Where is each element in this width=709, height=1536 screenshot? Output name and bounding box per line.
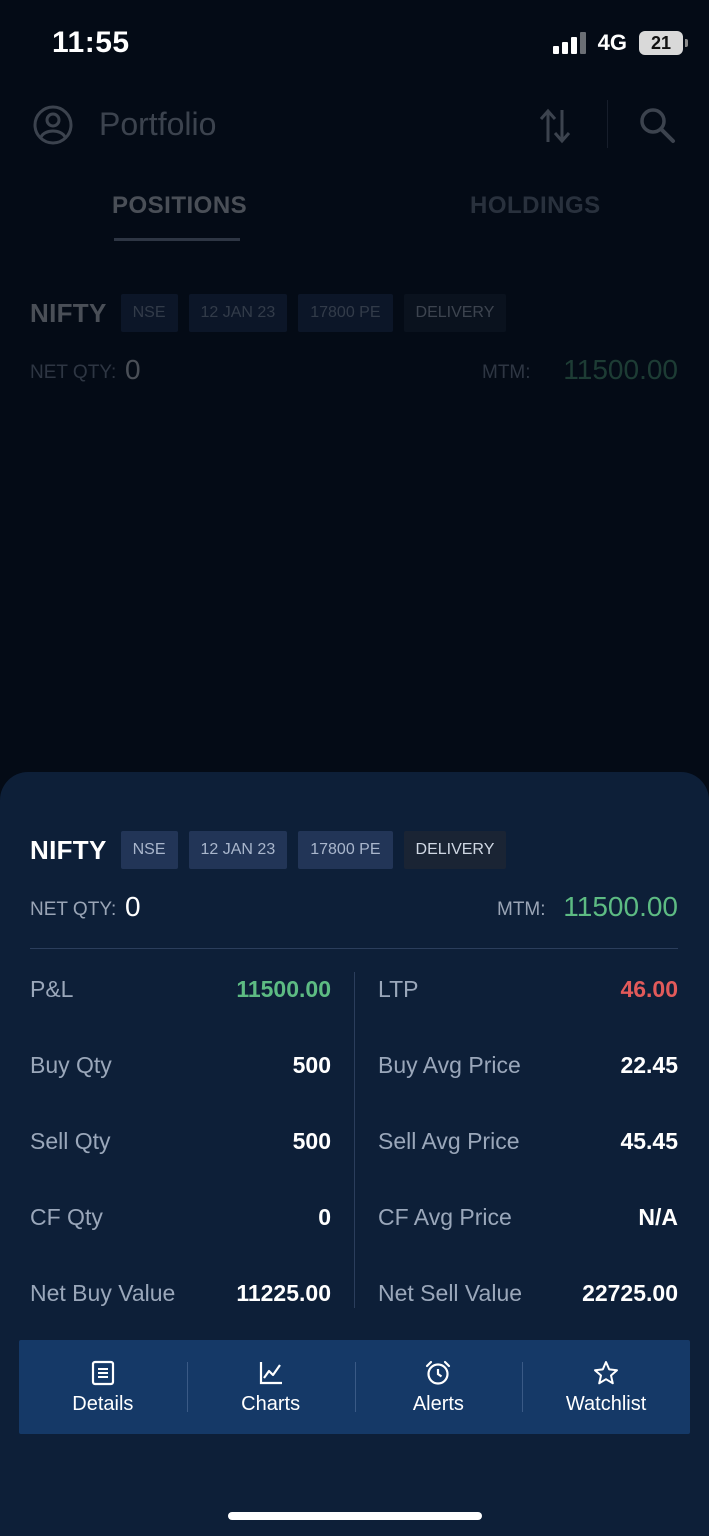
detail-row-buy-avg-price: Buy Avg Price 22.45 [378,1046,678,1122]
mtm-label: MTM: [482,362,531,383]
details-column-left: P&L 11500.00 Buy Qty 500 Sell Qty 500 CF… [30,970,331,1350]
watchlist-label: Watchlist [565,1392,647,1415]
position-detail-sheet: NIFTY NSE 12 JAN 23 17800 PE DELIVERY NE… [0,772,709,1536]
details-label: Details [72,1392,134,1415]
header-divider [607,100,608,148]
detail-value: 500 [292,1052,331,1078]
status-indicators: 4G 21 [552,30,688,56]
qty-mtm-row: NET QTY: 0 MTM: 11500.00 [30,891,678,931]
search-icon[interactable] [638,106,676,144]
mtm-label: MTM: [497,899,546,920]
user-profile-icon[interactable] [32,104,74,146]
strike-chip: 17800 PE [298,294,393,332]
battery-level: 21 [650,32,672,53]
detail-row-net-buy-value: Net Buy Value 11225.00 [30,1274,331,1350]
exchange-chip: NSE [120,294,178,332]
page-title: Portfolio [99,106,217,142]
background-page: Portfolio POSITIONS HOLDINGS NIFTY NSE 1… [0,88,709,788]
detail-row-cf-avg-price: CF Avg Price N/A [378,1198,678,1274]
status-time: 11:55 [52,26,130,59]
charts-button[interactable]: Charts [186,1340,355,1434]
detail-row-sell-qty: Sell Qty 500 [30,1122,331,1198]
net-qty-value: 0 [125,891,141,922]
instrument-row: NIFTY NSE 12 JAN 23 17800 PE DELIVERY [30,831,678,869]
watchlist-button[interactable]: Watchlist [522,1340,690,1434]
position-card[interactable]: NIFTY NSE 12 JAN 23 17800 PE DELIVERY NE… [30,294,678,394]
alarm-clock-icon [426,1360,451,1385]
net-qty-value: 0 [125,354,141,385]
strike-chip: 17800 PE [298,831,393,869]
tab-positions[interactable]: POSITIONS [112,192,247,220]
detail-label: Net Sell Value [378,1280,523,1306]
detail-label: Sell Qty [30,1128,111,1154]
detail-value: 11225.00 [236,1280,331,1306]
detail-value: N/A [638,1204,678,1230]
detail-value: 22.45 [620,1052,678,1078]
qty-mtm-row: NET QTY: 0 MTM: 11500.00 [30,354,678,394]
detail-label: Net Buy Value [30,1280,176,1306]
detail-value: 46.00 [620,976,678,1002]
details-grid: P&L 11500.00 Buy Qty 500 Sell Qty 500 CF… [30,970,678,1310]
detail-value: 500 [292,1128,331,1154]
chart-icon [259,1361,282,1384]
detail-value: 22725.00 [582,1280,678,1306]
detail-label: Sell Avg Price [378,1128,520,1154]
sort-arrows-icon[interactable] [538,106,572,146]
alerts-label: Alerts [412,1392,464,1415]
instrument-name: NIFTY [30,297,107,328]
exchange-chip: NSE [120,831,178,869]
mtm-value: 11500.00 [563,891,678,922]
charts-label: Charts [241,1392,301,1415]
details-button[interactable]: Details [19,1340,187,1434]
detail-label: CF Avg Price [378,1204,512,1230]
tab-holdings[interactable]: HOLDINGS [470,192,601,220]
detail-value: 0 [318,1204,331,1230]
expiry-chip: 12 JAN 23 [188,831,288,869]
detail-row-cf-qty: CF Qty 0 [30,1198,331,1274]
detail-label: LTP [378,976,419,1002]
detail-row-net-sell-value: Net Sell Value 22725.00 [378,1274,678,1350]
instrument-row: NIFTY NSE 12 JAN 23 17800 PE DELIVERY [30,294,678,332]
net-qty-label: NET QTY: [30,362,117,383]
product-chip: DELIVERY [403,831,507,869]
detail-label: P&L [30,976,74,1002]
net-qty-label: NET QTY: [30,899,117,920]
portfolio-tabs: POSITIONS HOLDINGS [0,192,709,242]
status-bar: 11:55 4G 21 [0,0,709,88]
sheet-divider [30,948,678,949]
product-chip: DELIVERY [403,294,507,332]
column-divider [354,972,355,1308]
detail-row-ltp: LTP 46.00 [378,970,678,1046]
action-bar: Details Charts Alerts Watchlist [19,1340,690,1434]
detail-row-sell-avg-price: Sell Avg Price 45.45 [378,1122,678,1198]
detail-row-pnl: P&L 11500.00 [30,970,331,1046]
alerts-button[interactable]: Alerts [354,1340,523,1434]
details-column-right: LTP 46.00 Buy Avg Price 22.45 Sell Avg P… [378,970,678,1350]
sheet-header: NIFTY NSE 12 JAN 23 17800 PE DELIVERY NE… [30,831,678,931]
detail-label: Buy Avg Price [378,1052,521,1078]
app-header: Portfolio [0,88,709,168]
mtm-value: 11500.00 [563,354,678,385]
detail-label: CF Qty [30,1204,103,1230]
portfolio-screen: 11:55 4G 21 Portfolio POSITIONS HOLDINGS… [0,0,709,1536]
document-icon [91,1360,114,1385]
detail-row-buy-qty: Buy Qty 500 [30,1046,331,1122]
battery-icon: 21 [639,31,688,55]
star-icon [594,1360,619,1384]
detail-value: 11500.00 [236,976,331,1002]
detail-label: Buy Qty [30,1052,112,1078]
network-type: 4G [597,30,627,55]
expiry-chip: 12 JAN 23 [188,294,288,332]
detail-value: 45.45 [620,1128,678,1154]
cellular-signal-icon [552,32,586,54]
instrument-name: NIFTY [30,834,107,865]
home-indicator[interactable] [228,1512,482,1520]
active-tab-indicator [114,238,240,241]
